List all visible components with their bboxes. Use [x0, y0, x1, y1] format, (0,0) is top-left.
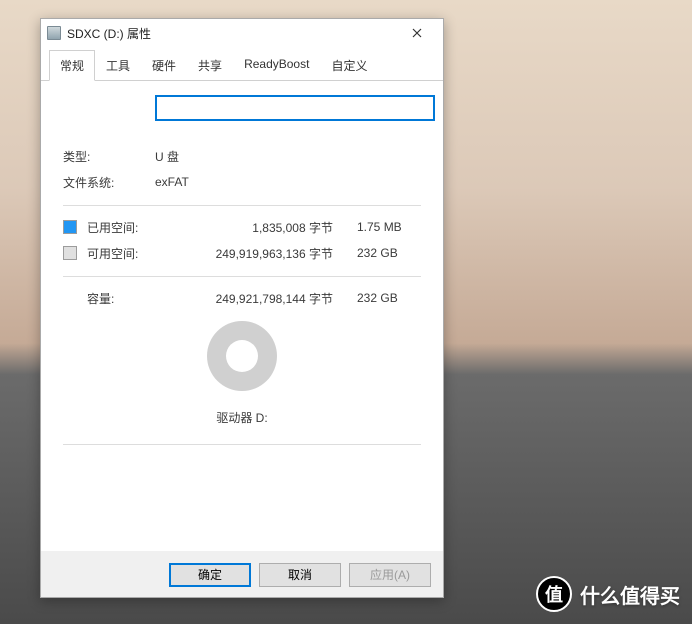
free-bytes: 249,919,963,136 字节: [155, 245, 357, 262]
divider-3: [63, 444, 421, 445]
tab-custom[interactable]: 自定义: [320, 50, 378, 81]
used-swatch: [63, 220, 77, 234]
free-space-row: 可用空间: 249,919,963,136 字节 232 GB: [63, 240, 421, 266]
tab-sharing[interactable]: 共享: [187, 50, 233, 81]
close-button[interactable]: [397, 20, 437, 46]
drive-label: 驱动器 D:: [216, 409, 267, 426]
tab-tools[interactable]: 工具: [95, 50, 141, 81]
volume-name-input[interactable]: [155, 95, 435, 121]
tab-hardware[interactable]: 硬件: [141, 50, 187, 81]
usage-chart-wrap: 驱动器 D:: [63, 321, 421, 426]
tab-strip: 常规 工具 硬件 共享 ReadyBoost 自定义: [41, 49, 443, 81]
tab-content: 类型: U 盘 文件系统: exFAT 已用空间: 1,835,008 字节 1…: [41, 81, 443, 551]
type-row: 类型: U 盘: [63, 143, 421, 169]
watermark-text: 什么值得买: [580, 580, 680, 609]
background-cat: [432, 0, 692, 420]
free-human: 232 GB: [357, 246, 421, 260]
divider-1: [63, 205, 421, 206]
tab-general[interactable]: 常规: [49, 50, 95, 81]
apply-button[interactable]: 应用(A): [349, 563, 431, 587]
cancel-button[interactable]: 取消: [259, 563, 341, 587]
volume-name-row: [155, 95, 421, 121]
drive-icon: [47, 26, 61, 40]
capacity-row: 容量: 249,921,798,144 字节 232 GB: [63, 285, 421, 311]
window-title: SDXC (D:) 属性: [67, 25, 151, 42]
filesystem-label: 文件系统:: [63, 174, 155, 191]
divider-2: [63, 276, 421, 277]
used-label: 已用空间:: [87, 219, 155, 236]
capacity-bytes: 249,921,798,144 字节: [155, 290, 357, 307]
free-swatch: [63, 246, 77, 260]
tab-readyboost[interactable]: ReadyBoost: [233, 50, 320, 81]
watermark: 值 什么值得买: [536, 576, 680, 612]
capacity-human: 232 GB: [357, 291, 421, 305]
free-label: 可用空间:: [87, 245, 155, 262]
filesystem-row: 文件系统: exFAT: [63, 169, 421, 195]
dialog-footer: 确定 取消 应用(A): [41, 551, 443, 597]
capacity-label: 容量:: [63, 290, 155, 307]
used-human: 1.75 MB: [357, 220, 421, 234]
used-bytes: 1,835,008 字节: [155, 219, 357, 236]
ok-button[interactable]: 确定: [169, 563, 251, 587]
close-icon: [412, 28, 422, 38]
used-space-row: 已用空间: 1,835,008 字节 1.75 MB: [63, 214, 421, 240]
type-label: 类型:: [63, 148, 155, 165]
filesystem-value: exFAT: [155, 175, 189, 189]
watermark-logo: 值: [536, 576, 572, 612]
usage-donut: [207, 321, 277, 391]
type-value: U 盘: [155, 148, 179, 165]
donut-hole: [226, 340, 258, 372]
properties-dialog: SDXC (D:) 属性 常规 工具 硬件 共享 ReadyBoost 自定义 …: [40, 18, 444, 598]
titlebar[interactable]: SDXC (D:) 属性: [41, 19, 443, 47]
